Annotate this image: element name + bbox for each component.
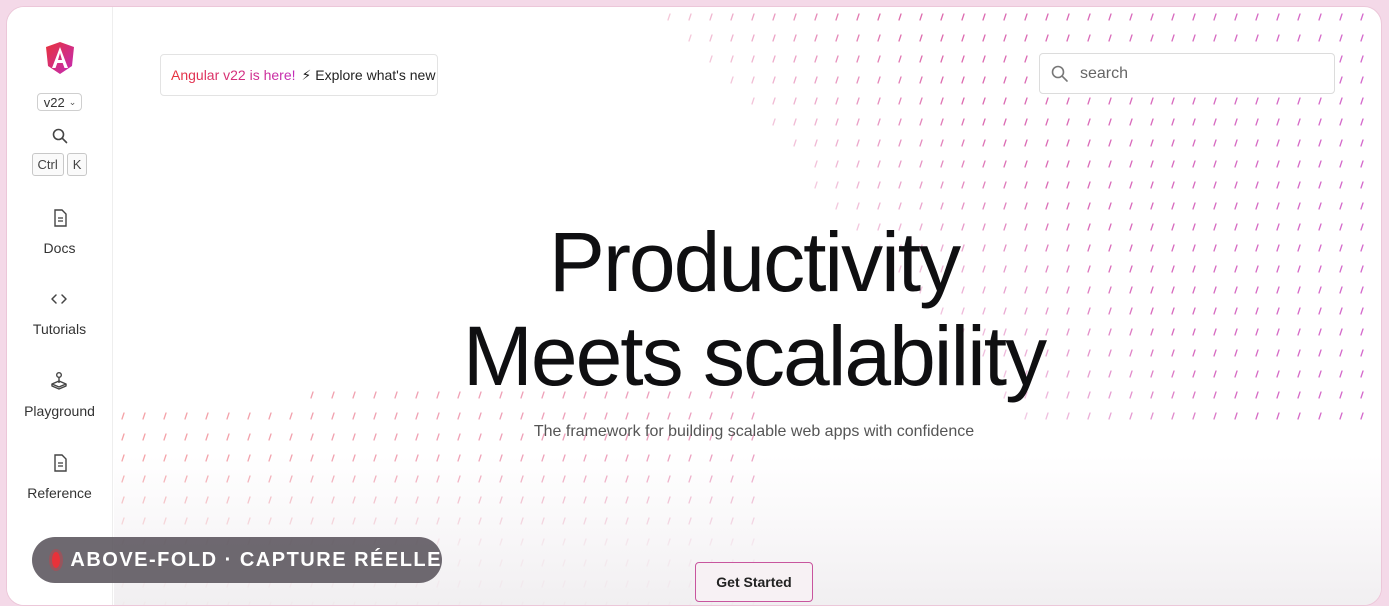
search-icon[interactable] [51, 127, 69, 145]
shortcut-key-ctrl: Ctrl [31, 153, 64, 176]
sidebar-item-label: Docs [43, 240, 76, 256]
hero-title-line-1: Productivity [548, 215, 961, 309]
hero-section: Productivity Meets scalability The frame… [354, 215, 1154, 441]
announcement-link: ⚡ Explore what's new [301, 66, 436, 83]
version-select[interactable]: v22 ⌄ [36, 93, 83, 111]
sidebar-item-tutorials[interactable]: Tutorials [33, 289, 86, 337]
angular-logo-icon[interactable] [44, 41, 76, 75]
main-content: Angular v22 is here! ⚡ Explore what's ne… [114, 7, 1381, 605]
sidebar-item-label: Reference [27, 485, 92, 501]
hero-title-line-2: Meets scalability [462, 309, 1047, 403]
announcement-banner[interactable]: Angular v22 is here! ⚡ Explore what's ne… [160, 54, 438, 96]
shortcut-key-k: K [66, 153, 88, 176]
sidebar-item-playground[interactable]: Playground [24, 371, 95, 419]
sidebar-item-label: Playground [24, 403, 95, 419]
sidebar-item-reference[interactable]: Reference [27, 453, 92, 501]
browser-frame: v22 ⌄ Ctrl K Docs Tutorials Playground R… [6, 6, 1382, 606]
sidebar-item-docs[interactable]: Docs [43, 208, 76, 256]
capture-badge-label: ABOVE-FOLD · CAPTURE RÉELLE [70, 548, 442, 571]
search-shortcut: Ctrl K [31, 153, 88, 176]
chevron-down-icon: ⌄ [68, 96, 77, 107]
sidebar-item-label: Tutorials [32, 321, 87, 337]
search-bar[interactable] [1039, 53, 1335, 94]
joystick-icon [51, 372, 68, 390]
capture-badge: ABOVE-FOLD · CAPTURE RÉELLE [32, 537, 442, 583]
document-icon [53, 454, 67, 472]
get-started-button[interactable]: Get Started [695, 562, 813, 602]
recording-dot-icon [52, 552, 61, 568]
sidebar: v22 ⌄ Ctrl K Docs Tutorials Playground R… [7, 7, 113, 605]
hero-title: Productivity Meets scalability [354, 215, 1154, 403]
code-icon [51, 294, 68, 304]
document-icon [53, 209, 67, 227]
announcement-highlight: Angular v22 is here! [171, 67, 296, 83]
search-input[interactable] [1080, 64, 1310, 83]
search-icon [1051, 65, 1068, 82]
hero-subtitle: The framework for building scalable web … [533, 423, 975, 440]
version-label: v22 [43, 94, 65, 110]
